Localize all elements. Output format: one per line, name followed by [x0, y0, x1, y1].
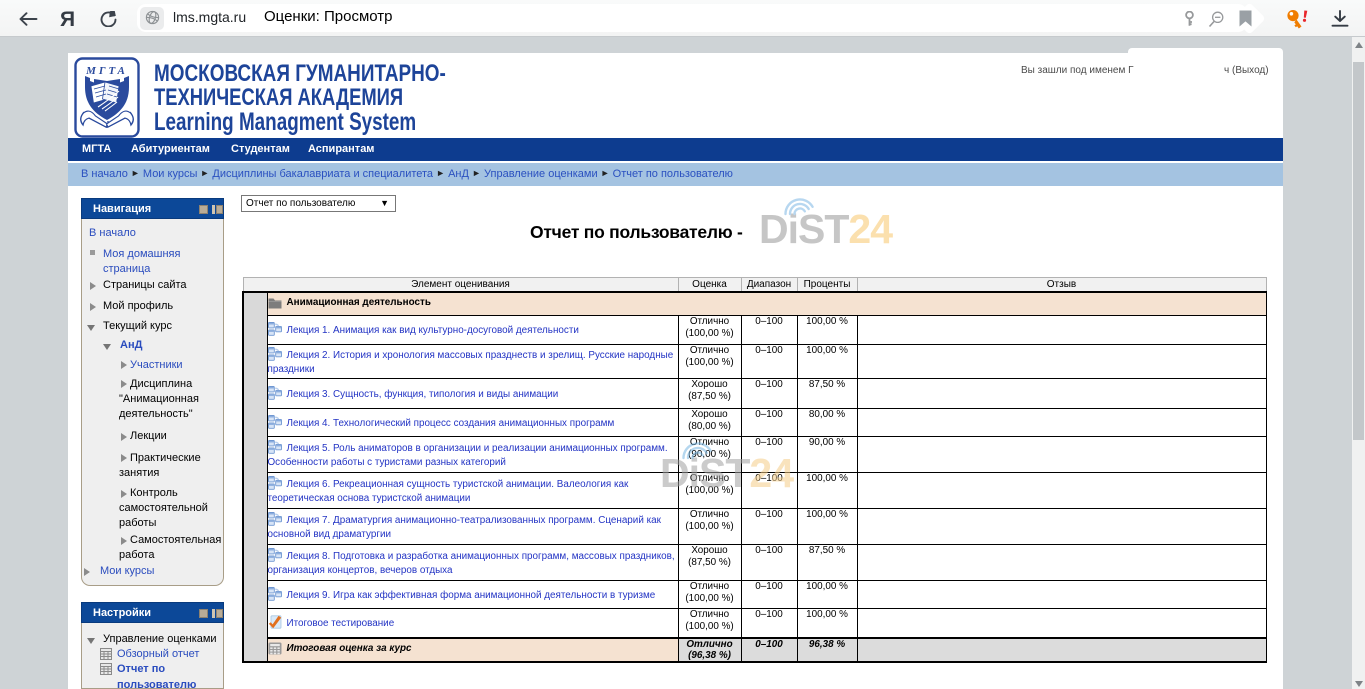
svg-text:МГТА: МГТА: [85, 65, 128, 77]
